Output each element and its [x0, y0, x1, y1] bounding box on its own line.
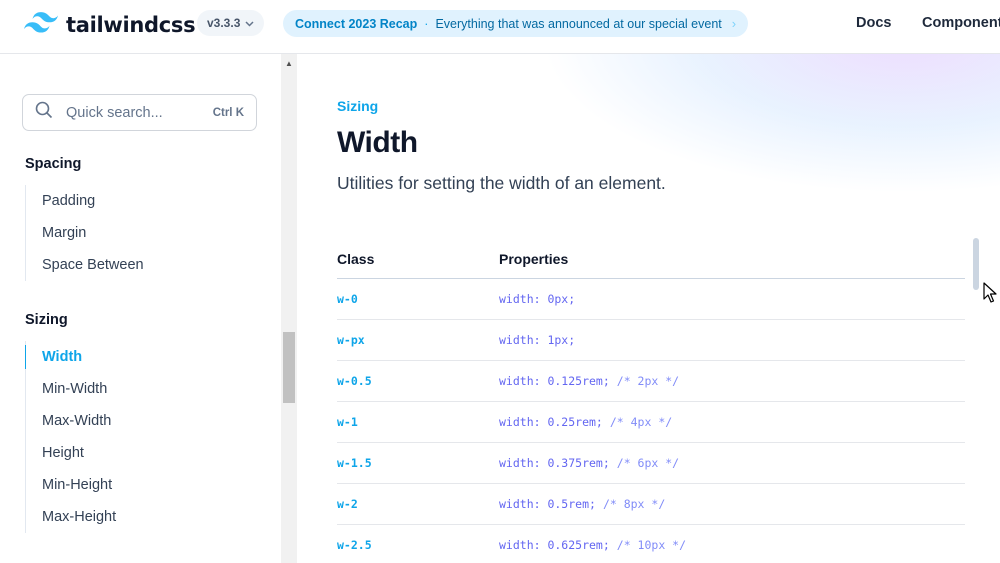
property-comment: /* 4px */	[609, 415, 673, 429]
property-value: width: 0.625rem;	[499, 538, 610, 552]
property-cell: width: 0.375rem; /* 6px */	[499, 456, 679, 470]
sidebar-scrollbar[interactable]	[281, 54, 297, 563]
property-comment: /* 10px */	[616, 538, 687, 552]
sidebar-item-padding[interactable]: Padding	[26, 185, 144, 217]
sidebar-item-space-between[interactable]: Space Between	[26, 249, 144, 281]
tailwind-logo-icon	[24, 12, 58, 38]
search-icon	[35, 101, 53, 124]
sidebar-item-min-width[interactable]: Min-Width	[26, 373, 116, 405]
table-row: w-2 width: 0.5rem; /* 8px */	[337, 484, 965, 525]
class-name-cell: w-2	[337, 497, 358, 511]
table-row: w-2.5 width: 0.625rem; /* 10px */	[337, 525, 965, 563]
property-comment: /* 8px */	[602, 497, 666, 511]
announcement-banner[interactable]: Connect 2023 Recap · Everything that was…	[283, 10, 749, 37]
property-value: width: 0.125rem;	[499, 374, 610, 388]
table-row: w-px width: 1px;	[337, 320, 965, 361]
class-name-cell: w-1.5	[337, 456, 372, 470]
sidebar-item-width[interactable]: Width	[24, 341, 116, 373]
property-cell: width: 0.625rem; /* 10px */	[499, 538, 686, 552]
sidebar-item-height[interactable]: Height	[26, 437, 116, 469]
property-value: width: 0.5rem;	[499, 497, 596, 511]
table-row: w-0 width: 0px;	[337, 279, 965, 320]
sidebar-list-sizing: Width Min-Width Max-Width Height Min-Hei…	[24, 341, 116, 533]
sidebar-scrollbar-thumb[interactable]	[283, 332, 295, 403]
nav-link-components[interactable]: Component	[922, 15, 1000, 31]
sidebar-item-max-width[interactable]: Max-Width	[26, 405, 116, 437]
property-comment: /* 2px */	[616, 374, 680, 388]
sidebar-item-max-height[interactable]: Max-Height	[26, 501, 116, 533]
announcement-separator: ·	[424, 16, 429, 31]
class-name-cell: w-2.5	[337, 538, 372, 552]
class-name-cell: w-0.5	[337, 374, 372, 388]
class-properties-table: Class Properties w-0 width: 0px; w-px width…	[337, 240, 965, 563]
property-comment: /* 6px */	[616, 456, 680, 470]
top-navbar: tailwindcss v3.3.3 Connect 2023 Recap · …	[0, 0, 1000, 54]
table-row: w-1 width: 0.25rem; /* 4px */	[337, 402, 965, 443]
page-description: Utilities for setting the width of an el…	[337, 173, 666, 193]
page-title: Width	[337, 126, 418, 159]
version-dropdown[interactable]: v3.3.3	[197, 10, 265, 36]
class-name-cell: w-1	[337, 415, 358, 429]
version-label: v3.3.3	[207, 16, 241, 30]
search-placeholder: Quick search...	[66, 104, 163, 121]
chevron-down-icon	[245, 16, 254, 30]
column-header-properties: Properties	[499, 251, 569, 267]
logo-wordmark: tailwindcss	[66, 13, 196, 37]
sidebar-list-spacing: Padding Margin Space Between	[25, 185, 144, 281]
class-name-cell: w-px	[337, 333, 365, 347]
nav-link-docs[interactable]: Docs	[856, 15, 891, 31]
mouse-cursor-icon	[983, 282, 997, 303]
property-cell: width: 0.5rem; /* 8px */	[499, 497, 665, 511]
sidebar: Quick search... Ctrl K Spacing Padding M…	[0, 54, 281, 563]
chevron-right-icon: ›	[731, 16, 737, 31]
sidebar-item-margin[interactable]: Margin	[26, 217, 144, 249]
home-logo-link[interactable]: tailwindcss	[24, 12, 196, 38]
sidebar-section-spacing: Spacing	[25, 156, 82, 172]
scroll-up-arrow-icon[interactable]: ▲	[281, 56, 297, 70]
property-value: width: 0.375rem;	[499, 456, 610, 470]
class-name-cell: w-0	[337, 292, 358, 306]
table-header: Class Properties	[337, 240, 965, 279]
column-header-class: Class	[337, 251, 375, 267]
property-value: width: 0.25rem;	[499, 415, 603, 429]
table-body: w-0 width: 0px; w-px width: 1px; w-0.5 width:…	[337, 279, 965, 563]
property-cell: width: 1px;	[499, 333, 575, 347]
property-value: width: 1px;	[499, 333, 576, 347]
search-shortcut-hint: Ctrl K	[212, 106, 244, 119]
property-cell: width: 0px;	[499, 292, 575, 306]
table-row: w-0.5 width: 0.125rem; /* 2px */	[337, 361, 965, 402]
announcement-text: Everything that was announced at our spe…	[435, 16, 722, 31]
quick-search-button[interactable]: Quick search... Ctrl K	[22, 94, 257, 131]
page-eyebrow: Sizing	[337, 98, 379, 114]
announcement-title: Connect 2023 Recap	[295, 16, 418, 31]
property-value: width: 0px;	[499, 292, 576, 306]
main-content: Sizing Width Utilities for setting the w…	[297, 54, 1000, 563]
main-scrollbar-thumb[interactable]	[973, 238, 979, 290]
property-cell: width: 0.125rem; /* 2px */	[499, 374, 679, 388]
sidebar-section-sizing: Sizing	[25, 312, 68, 328]
table-row: w-1.5 width: 0.375rem; /* 6px */	[337, 443, 965, 484]
sidebar-item-min-height[interactable]: Min-Height	[26, 469, 116, 501]
property-cell: width: 0.25rem; /* 4px */	[499, 415, 672, 429]
